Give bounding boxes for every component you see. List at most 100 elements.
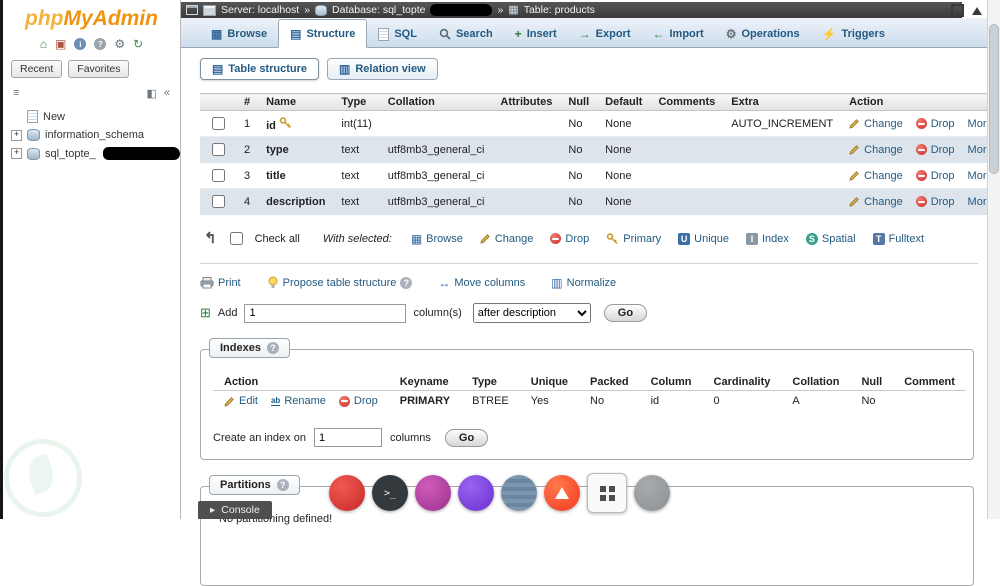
panel-collapse-icon[interactable]: ◧ bbox=[146, 87, 156, 100]
cell-name: id bbox=[258, 110, 334, 137]
tab-export[interactable]: → Export bbox=[568, 21, 642, 47]
tab-structure[interactable]: ▤ Structure bbox=[278, 19, 368, 48]
go-button[interactable]: Go bbox=[444, 428, 489, 447]
selected-drop-link[interactable]: Drop bbox=[550, 232, 589, 245]
header-collation: Collation bbox=[781, 374, 851, 391]
logout-icon[interactable]: ▣ bbox=[55, 38, 66, 50]
selected-primary-link[interactable]: Primary bbox=[606, 232, 661, 245]
sidebar-tree-toolbar: ≡ ◧ « bbox=[13, 87, 170, 100]
primary-key-icon bbox=[607, 233, 618, 245]
help-icon[interactable]: ? bbox=[400, 276, 413, 289]
selected-change-link[interactable]: Change bbox=[480, 232, 533, 245]
recent-button[interactable]: Recent bbox=[11, 60, 63, 78]
check-all-label[interactable]: Check all bbox=[255, 233, 300, 245]
propose-structure-link[interactable]: Propose table structure ? bbox=[267, 276, 413, 289]
tree-item-information-schema[interactable]: + information_schema bbox=[3, 126, 180, 144]
scroll-top-icon[interactable] bbox=[972, 6, 982, 15]
help-icon[interactable]: ? bbox=[276, 479, 289, 491]
rename-index-link[interactable]: ab Rename bbox=[270, 395, 326, 407]
header-extra[interactable]: Extra bbox=[723, 93, 842, 111]
help-icon[interactable]: ? bbox=[94, 38, 107, 50]
change-link[interactable]: Change bbox=[849, 118, 903, 130]
header-attributes[interactable]: Attributes bbox=[492, 93, 561, 111]
header-type[interactable]: Type bbox=[333, 93, 380, 111]
breadcrumb-table[interactable]: Table: products bbox=[524, 4, 595, 16]
taskbar-app-icon-violet[interactable] bbox=[458, 475, 494, 511]
selected-fulltext-link[interactable]: T Fulltext bbox=[872, 232, 924, 245]
header-name[interactable]: Name bbox=[258, 93, 334, 111]
drop-link[interactable]: Drop bbox=[915, 170, 955, 182]
tab-insert[interactable]: + Insert bbox=[504, 21, 568, 47]
selected-unique-link[interactable]: U Unique bbox=[678, 232, 729, 245]
selected-browse-link[interactable]: ▦ Browse bbox=[411, 232, 463, 245]
expander-icon[interactable]: + bbox=[11, 129, 22, 141]
tree-item-new[interactable]: New bbox=[3, 107, 180, 126]
tab-sql[interactable]: SQL bbox=[367, 21, 428, 47]
settings-icon[interactable]: ⚙ bbox=[114, 38, 125, 50]
header-default[interactable]: Default bbox=[597, 93, 651, 111]
header-collation[interactable]: Collation bbox=[379, 93, 493, 111]
drop-link[interactable]: Drop bbox=[915, 144, 955, 156]
cell-comments bbox=[650, 110, 724, 137]
change-link[interactable]: Change bbox=[849, 144, 903, 156]
index-count-input[interactable] bbox=[313, 428, 382, 447]
subtab-relation-view[interactable]: ▥ Relation view bbox=[327, 58, 438, 80]
help-icon[interactable]: ? bbox=[266, 342, 279, 354]
normalize-link[interactable]: ▥ Normalize bbox=[551, 277, 616, 289]
print-link[interactable]: Print bbox=[200, 276, 241, 289]
indexes-legend[interactable]: Indexes ? bbox=[209, 338, 290, 358]
terminal-app-icon[interactable]: >_ bbox=[372, 475, 408, 511]
subtab-table-structure[interactable]: ▤ Table structure bbox=[200, 58, 319, 80]
drop-link[interactable]: Drop bbox=[915, 118, 955, 130]
brave-browser-icon[interactable] bbox=[544, 475, 580, 511]
tab-import[interactable]: ← Import bbox=[642, 21, 715, 47]
move-columns-link[interactable]: ↔ Move columns bbox=[438, 277, 525, 289]
active-app-tile[interactable] bbox=[587, 473, 627, 513]
favorites-button[interactable]: Favorites bbox=[68, 60, 130, 78]
header-null[interactable]: Null bbox=[560, 93, 598, 111]
go-button[interactable]: Go bbox=[603, 304, 648, 322]
breadcrumb-database[interactable]: Database: sql_topte bbox=[332, 4, 425, 16]
panel-hide-icon[interactable]: « bbox=[164, 87, 170, 100]
scrollbar-track[interactable] bbox=[987, 0, 1000, 519]
row-checkbox[interactable] bbox=[212, 143, 225, 156]
edit-index-link[interactable]: Edit bbox=[224, 395, 258, 407]
tree-menu-icon[interactable]: ≡ bbox=[13, 87, 19, 100]
change-link[interactable]: Change bbox=[849, 170, 903, 182]
taskbar-app-icon-slate[interactable] bbox=[501, 475, 537, 511]
phpmyadmin-logo[interactable]: phpMyAdmin bbox=[3, 0, 180, 31]
console-tab[interactable]: ▸ Console bbox=[198, 501, 272, 519]
taskbar-app-icon-gray[interactable] bbox=[634, 475, 670, 511]
row-checkbox[interactable] bbox=[212, 195, 225, 208]
tab-triggers[interactable]: ⚡ Triggers bbox=[811, 21, 896, 47]
partitions-legend[interactable]: Partitions ? bbox=[209, 475, 300, 495]
breadcrumb-server[interactable]: Server: localhost bbox=[221, 4, 299, 16]
change-link[interactable]: Change bbox=[849, 196, 903, 208]
tab-search[interactable]: Search bbox=[428, 21, 504, 47]
add-count-input[interactable] bbox=[244, 303, 407, 323]
check-all-checkbox[interactable] bbox=[229, 232, 243, 245]
drop-index-link[interactable]: Drop bbox=[338, 395, 378, 407]
row-checkbox[interactable] bbox=[212, 117, 225, 130]
expander-icon[interactable]: + bbox=[11, 148, 22, 159]
docs-icon[interactable]: i bbox=[74, 38, 87, 50]
breadcrumb-separator: » bbox=[304, 4, 311, 16]
scrollbar-thumb[interactable] bbox=[989, 24, 999, 174]
cell-collation bbox=[379, 110, 493, 137]
tab-browse[interactable]: ▦ Browse bbox=[200, 21, 278, 47]
header-comments[interactable]: Comments bbox=[650, 93, 724, 111]
home-icon[interactable]: ⌂ bbox=[40, 38, 47, 50]
tab-operations[interactable]: ⚙ Operations bbox=[715, 21, 811, 47]
selected-index-link[interactable]: I Index bbox=[746, 232, 789, 245]
table-tabs: ▦ Browse ▤ Structure SQL Search + Insert… bbox=[180, 18, 988, 48]
selected-spatial-link[interactable]: S Spatial bbox=[805, 232, 856, 245]
header-number[interactable]: # bbox=[236, 93, 259, 111]
taskbar-app-icon-magenta[interactable] bbox=[415, 475, 451, 511]
refresh-icon[interactable]: ↻ bbox=[133, 38, 143, 50]
drop-link[interactable]: Drop bbox=[915, 196, 955, 208]
position-select[interactable]: after description bbox=[472, 303, 591, 323]
row-checkbox[interactable] bbox=[212, 169, 225, 182]
taskbar-app-icon-red[interactable] bbox=[329, 475, 365, 511]
tree-item-current-database[interactable]: + sql_topte_ bbox=[3, 144, 180, 163]
restore-window-icon[interactable] bbox=[951, 4, 964, 17]
